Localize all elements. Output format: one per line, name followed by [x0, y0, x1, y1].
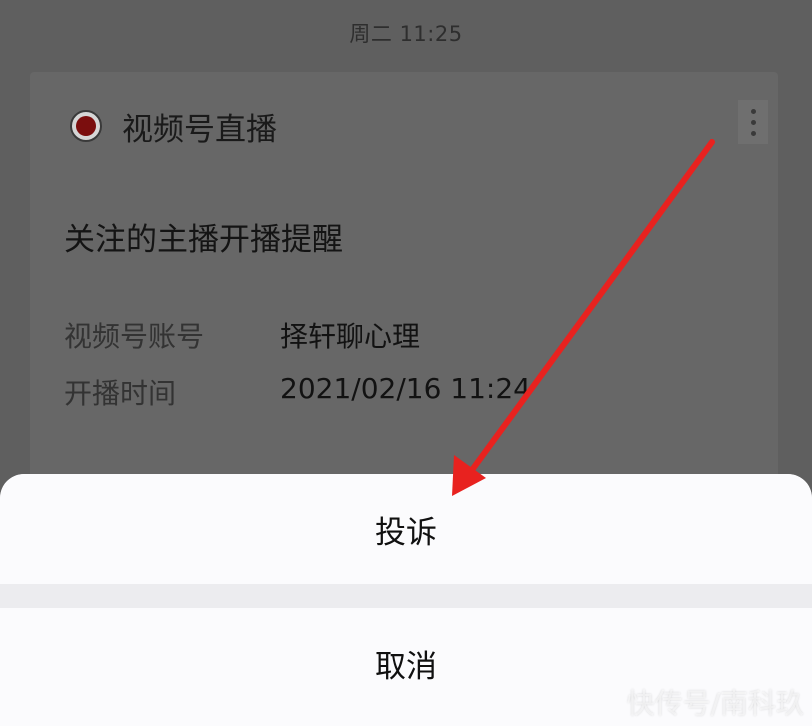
field-row-start-time: 开播时间 2021/02/16 11:24	[64, 372, 531, 412]
screen-overlay: 周二 11:25 视频号直播 关注的主播开播提醒 视频号账号 择轩聊心理 开播时…	[0, 0, 812, 726]
more-dot	[750, 130, 756, 136]
live-record-icon	[70, 110, 102, 142]
sheet-divider	[0, 584, 812, 608]
more-dot	[750, 119, 756, 125]
message-timestamp: 周二 11:25	[349, 22, 463, 46]
report-button[interactable]: 投诉	[0, 474, 812, 584]
notification-card: 视频号直播 关注的主播开播提醒 视频号账号 择轩聊心理 开播时间 2021/02…	[30, 72, 778, 492]
field-row-account: 视频号账号 择轩聊心理	[64, 315, 420, 355]
field-label: 开播时间	[64, 377, 177, 410]
field-value: 2021/02/16 11:24	[280, 372, 531, 405]
field-label: 视频号账号	[64, 320, 205, 353]
more-dot	[750, 108, 756, 114]
card-title: 视频号直播	[122, 111, 277, 148]
card-header: 视频号直播	[70, 102, 277, 150]
card-headline: 关注的主播开播提醒	[64, 222, 343, 258]
more-dots-icon[interactable]	[738, 100, 768, 144]
field-value: 择轩聊心理	[280, 320, 421, 353]
live-dot	[76, 116, 96, 136]
watermark: 快传号/南科玖	[626, 687, 804, 720]
